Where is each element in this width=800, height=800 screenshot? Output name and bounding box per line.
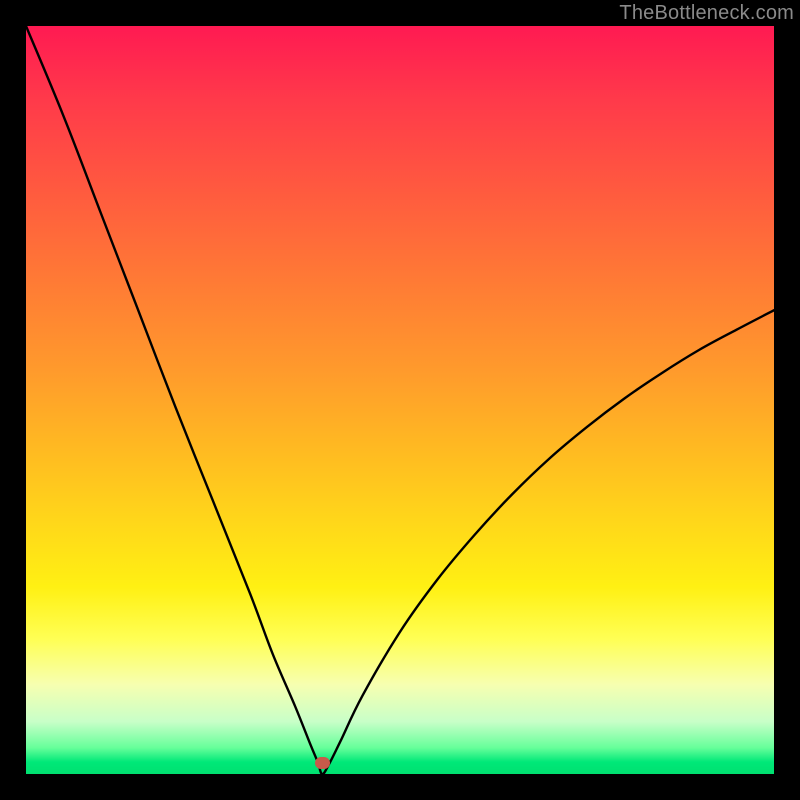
chart-frame: TheBottleneck.com	[0, 0, 800, 800]
bottleneck-curve	[26, 26, 774, 774]
watermark-text: TheBottleneck.com	[619, 2, 794, 25]
plot-area	[26, 26, 774, 774]
optimal-marker	[315, 757, 330, 769]
